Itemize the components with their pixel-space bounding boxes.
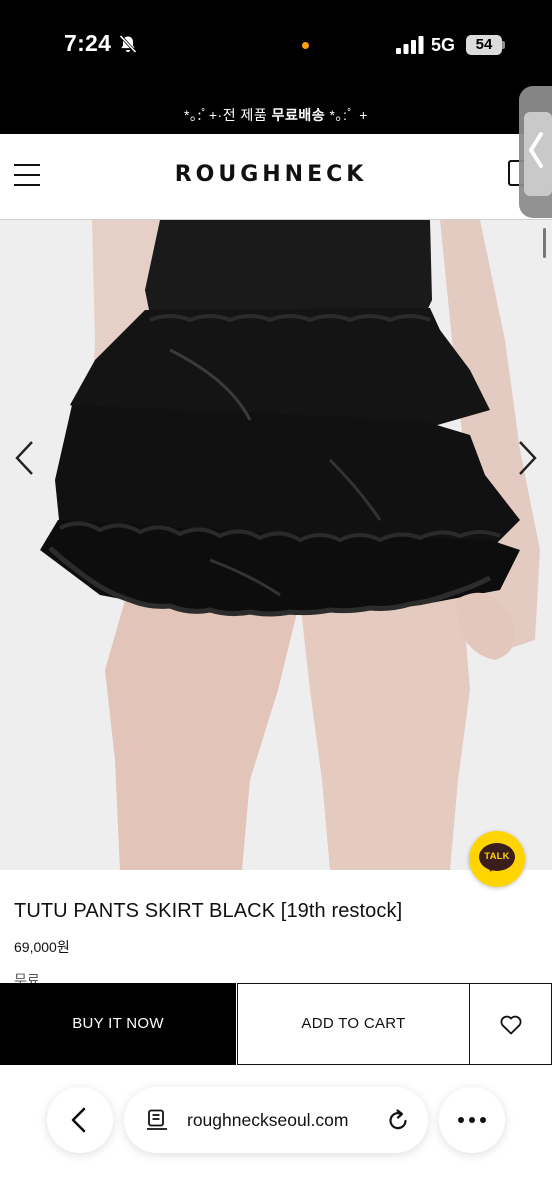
product-price: 69,000원	[14, 939, 70, 955]
promo-prefix: *｡:ﾟ+·전 제품	[184, 107, 272, 123]
battery-nub	[502, 41, 505, 49]
page-settings-icon	[147, 1109, 167, 1130]
privacy-indicator-dot	[302, 42, 309, 49]
product-shipping: 무료	[14, 972, 40, 983]
signal-icon	[396, 36, 424, 54]
gallery-prev-arrow[interactable]	[12, 438, 36, 478]
browser-toolbar: roughneckseoul.com	[0, 1065, 552, 1200]
url-text: roughneckseoul.com	[187, 1110, 349, 1130]
chevron-left-icon	[71, 1107, 86, 1133]
promo-suffix: *｡:ﾟ +	[325, 107, 368, 123]
wishlist-button[interactable]	[470, 983, 552, 1065]
status-bar: 7:24 5G 54	[0, 0, 552, 92]
buy-it-now-button[interactable]: BUY IT NOW	[0, 983, 236, 1065]
chevron-left-icon	[529, 132, 543, 168]
battery-icon: 54	[466, 35, 502, 55]
site-header: ROUGHNECK	[0, 134, 552, 220]
brand-logo[interactable]: ROUGHNECK	[0, 162, 542, 187]
add-to-cart-button[interactable]: ADD TO CART	[237, 983, 470, 1065]
heart-icon	[500, 1015, 522, 1035]
more-dots-icon	[458, 1117, 486, 1123]
browser-back-button[interactable]	[47, 1087, 113, 1153]
status-time: 7:24	[64, 30, 112, 56]
kakao-talk-button[interactable]: TALK	[469, 831, 525, 887]
purchase-action-bar: BUY IT NOW ADD TO CART	[0, 983, 552, 1065]
kakao-talk-label: TALK	[479, 843, 515, 871]
browser-more-button[interactable]	[439, 1087, 505, 1153]
promo-highlight: 무료배송	[271, 107, 326, 123]
product-title: TUTU PANTS SKIRT BLACK [19th restock]	[14, 900, 403, 922]
kakao-bubble-tail	[486, 865, 494, 872]
network-type: 5G	[431, 35, 456, 55]
scroll-indicator	[543, 228, 546, 258]
reload-icon[interactable]	[386, 1108, 410, 1132]
product-photo-illustration	[0, 220, 552, 870]
promo-banner[interactable]: *｡:ﾟ+·전 제품 무료배송 *｡:ﾟ +	[0, 92, 552, 134]
bell-slash-icon	[119, 34, 137, 54]
address-bar[interactable]: roughneckseoul.com	[124, 1087, 428, 1153]
gallery-next-arrow[interactable]	[516, 438, 540, 478]
product-image[interactable]	[0, 220, 552, 870]
